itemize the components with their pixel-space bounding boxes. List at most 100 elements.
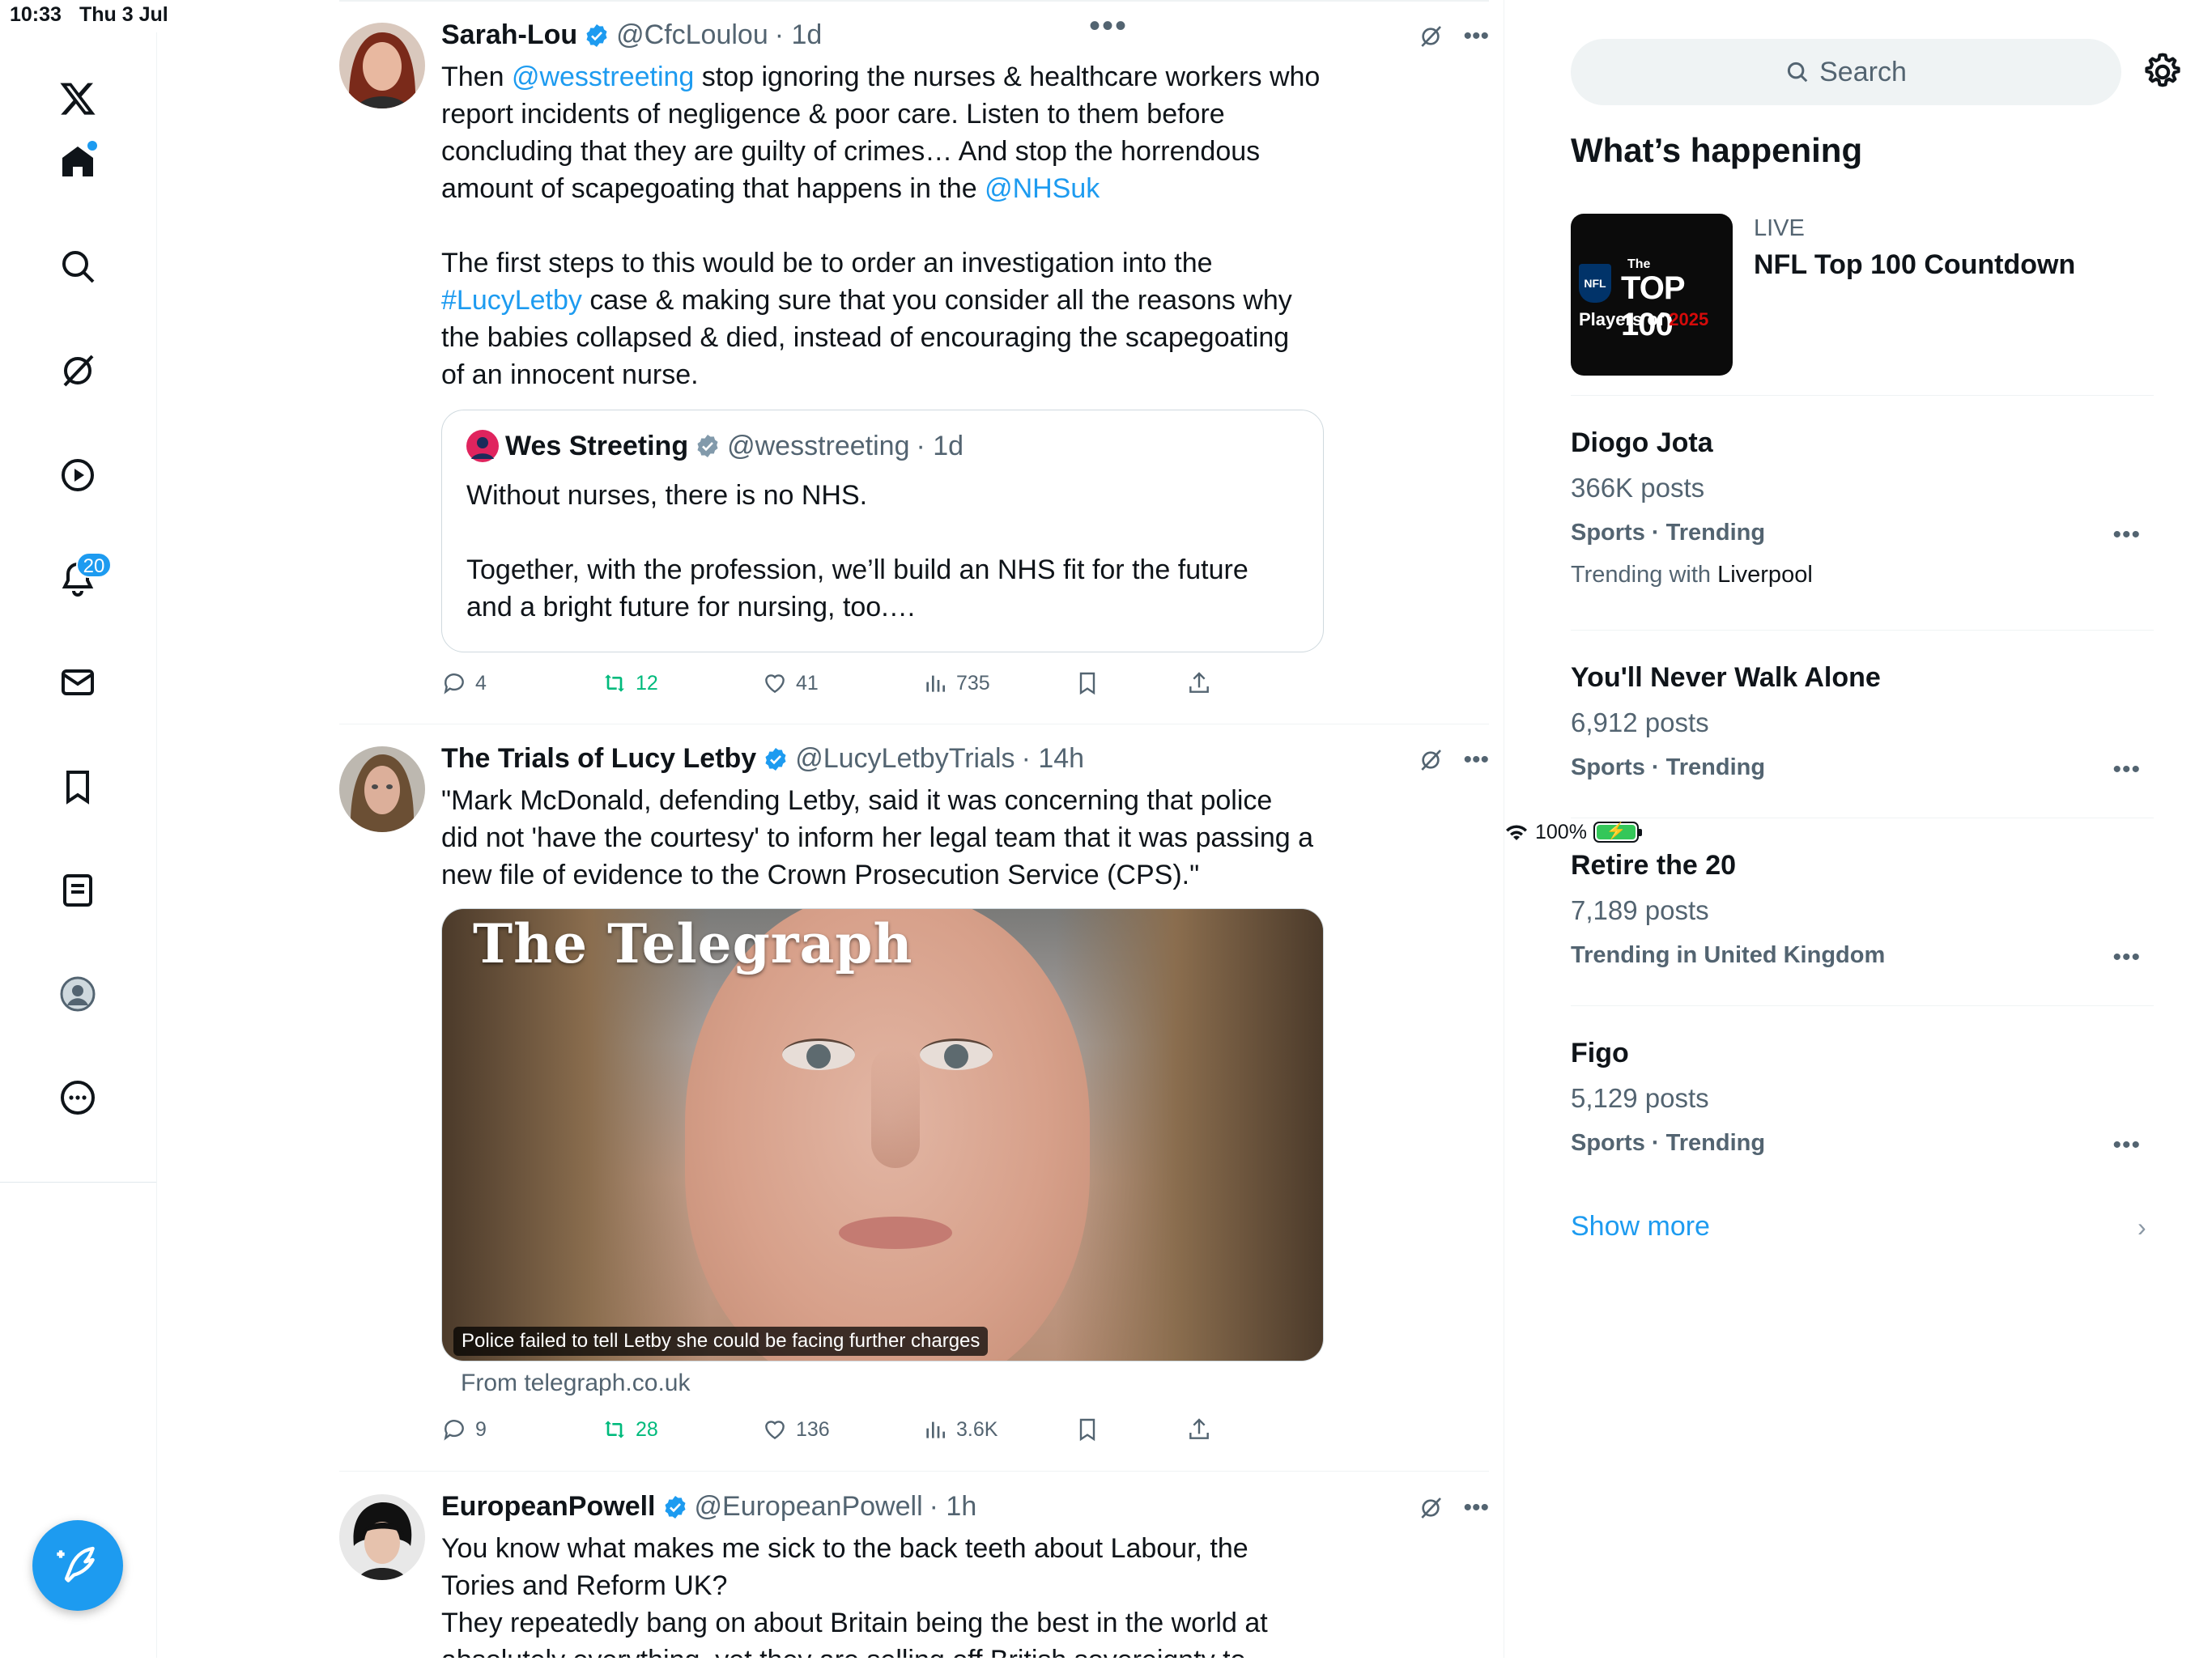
avatar[interactable] bbox=[339, 23, 425, 108]
repost-icon bbox=[605, 674, 624, 692]
post-european-powell[interactable]: EuropeanPowell @EuropeanPowell · 1h ••• … bbox=[339, 1491, 1489, 1658]
trending-with-label: Trending with bbox=[1571, 562, 1718, 588]
home-unread-dot bbox=[87, 141, 97, 151]
verified-badge-icon bbox=[765, 747, 786, 771]
post-text: "Mark McDonald, defending Letby, said it… bbox=[441, 782, 1332, 894]
reply-count: 9 bbox=[475, 1417, 487, 1441]
like-count: 136 bbox=[796, 1417, 830, 1441]
more-options-icon[interactable]: ••• bbox=[1463, 23, 1489, 50]
grok-icon[interactable] bbox=[1418, 23, 1444, 49]
repost-button[interactable]: 12 bbox=[602, 670, 658, 696]
nfl-top-100-image[interactable]: NFL The TOP 100 Players of 2025 bbox=[1571, 214, 1733, 376]
trend-more-icon[interactable]: ••• bbox=[2112, 756, 2141, 784]
more-options-icon[interactable]: ••• bbox=[1463, 1494, 1489, 1522]
nfl-shield-logo: NFL bbox=[1579, 264, 1611, 303]
nfl-image-text: TOP 100 bbox=[1621, 270, 1685, 342]
post-text-span: report incidents of negligence & poor ca… bbox=[441, 99, 1225, 130]
live-event-title[interactable]: NFL Top 100 Countdown bbox=[1754, 249, 2075, 281]
post-text-span: case & making sure that you consider all… bbox=[581, 285, 1292, 316]
bookmark-button[interactable] bbox=[1074, 1417, 1100, 1442]
trending-with-value[interactable]: Liverpool bbox=[1717, 562, 1813, 588]
author-name[interactable]: EuropeanPowell bbox=[441, 1491, 656, 1523]
share-button[interactable] bbox=[1186, 1417, 1212, 1442]
author-handle[interactable]: @EuropeanPowell bbox=[695, 1491, 923, 1523]
post-text-line: amount of scapegoating that happens in t… bbox=[441, 170, 1332, 207]
link-card-image[interactable]: The Telegraph Police failed to tell Letb… bbox=[441, 908, 1324, 1362]
post-time[interactable]: · 1h bbox=[929, 1491, 977, 1523]
show-more-link[interactable]: Show more bbox=[1571, 1211, 1710, 1243]
post-text-line: "Mark McDonald, defending Letby, said it… bbox=[441, 782, 1332, 819]
bookmarks-icon[interactable] bbox=[53, 763, 102, 811]
x-logo-icon[interactable] bbox=[53, 74, 102, 123]
quoted-post-text-line: Without nurses, there is no NHS. bbox=[466, 480, 868, 511]
post-link[interactable]: @wesstreeting bbox=[512, 62, 694, 92]
views-button[interactable]: 735 bbox=[922, 670, 990, 696]
author-handle[interactable]: @LucyLetbyTrials bbox=[795, 743, 1015, 775]
quoted-post-text-line: Together, with the profession, we’ll bui… bbox=[466, 554, 1249, 585]
settings-gear-icon[interactable] bbox=[2141, 50, 2184, 94]
post-text-span: new file of evidence to the Crown Prosec… bbox=[441, 860, 1200, 890]
avatar[interactable] bbox=[339, 1494, 425, 1580]
quoted-post[interactable]: Wes Streeting @wesstreeting · 1d Without… bbox=[441, 410, 1324, 652]
like-button[interactable]: 136 bbox=[762, 1417, 830, 1442]
verified-badge-icon bbox=[664, 1495, 686, 1519]
quoted-post-text-line: and a bright future for nursing, too.… bbox=[466, 592, 917, 622]
post-text-span: stop ignoring the nurses & healthcare wo… bbox=[694, 62, 1321, 92]
notifications-badge: 20 bbox=[76, 552, 112, 578]
post-text-line: The first steps to this would be to orde… bbox=[441, 244, 1332, 282]
like-button[interactable]: 41 bbox=[762, 670, 819, 696]
trend-name: Diogo Jota bbox=[1571, 427, 1713, 458]
post-link[interactable]: @NHSuk bbox=[985, 173, 1100, 204]
more-icon[interactable] bbox=[53, 1073, 102, 1122]
post-time[interactable]: · 14h bbox=[1022, 743, 1085, 775]
trend-more-icon[interactable]: ••• bbox=[2112, 944, 2141, 971]
more-options-icon[interactable]: ••• bbox=[1463, 746, 1489, 774]
link-card-caption: Police failed to tell Letby she could be… bbox=[453, 1327, 989, 1356]
author-name[interactable]: Sarah-Lou bbox=[441, 19, 577, 51]
post-text-line: You know what makes me sick to the back … bbox=[441, 1530, 1332, 1567]
right-sidebar: Search What’s happening NFL The TOP 100 … bbox=[1504, 0, 2212, 1658]
post-trials-of-lucy-letby[interactable]: The Trials of Lucy Letby @LucyLetbyTrial… bbox=[339, 743, 1489, 1475]
grok-icon[interactable] bbox=[1418, 1495, 1444, 1521]
home-icon[interactable] bbox=[53, 138, 102, 186]
grok-icon[interactable] bbox=[1418, 747, 1444, 773]
post-text-span: Then bbox=[441, 62, 512, 92]
lists-icon[interactable] bbox=[53, 866, 102, 915]
repost-icon bbox=[605, 1421, 624, 1438]
messages-icon[interactable] bbox=[53, 658, 102, 707]
avatar[interactable] bbox=[339, 746, 425, 832]
reply-button[interactable]: 4 bbox=[441, 670, 487, 696]
post-sarah-lou[interactable]: Sarah-Lou @CfcLoulou · 1d ••• Then @wess… bbox=[339, 19, 1489, 711]
trend-more-icon[interactable]: ••• bbox=[2112, 521, 2141, 549]
quoted-post-time: · 1d bbox=[916, 430, 964, 461]
whats-happening-title: What’s happening bbox=[1571, 131, 1863, 169]
post-actions: 4 12 41 735 bbox=[441, 670, 1251, 709]
telegraph-masthead: The Telegraph bbox=[473, 912, 913, 975]
post-text-line: absolutely everything, yet they are sell… bbox=[441, 1642, 1332, 1658]
post-link[interactable]: #LucyLetby bbox=[441, 285, 582, 316]
trend-more-icon[interactable]: ••• bbox=[2112, 1132, 2141, 1159]
bookmark-button[interactable] bbox=[1074, 670, 1100, 696]
grok-icon[interactable] bbox=[53, 346, 102, 395]
video-icon[interactable] bbox=[53, 451, 102, 499]
author-handle[interactable]: @CfcLoulou bbox=[616, 19, 768, 51]
live-label: LIVE bbox=[1754, 215, 1805, 241]
share-button[interactable] bbox=[1186, 670, 1212, 696]
search-icon[interactable] bbox=[53, 242, 102, 291]
post-text-line: report incidents of negligence & poor ca… bbox=[441, 96, 1332, 133]
post-text-span: did not 'have the courtesy' to inform he… bbox=[441, 822, 1314, 853]
profile-icon[interactable] bbox=[53, 970, 102, 1018]
share-icon bbox=[1189, 672, 1209, 693]
repost-button[interactable]: 28 bbox=[602, 1417, 658, 1442]
author-name[interactable]: The Trials of Lucy Letby bbox=[441, 743, 756, 775]
compose-post-button[interactable] bbox=[32, 1520, 123, 1611]
link-card-source[interactable]: From telegraph.co.uk bbox=[461, 1370, 690, 1397]
search-input[interactable]: Search bbox=[1571, 39, 2121, 105]
post-text-span: concluding that they are guilty of crime… bbox=[441, 136, 1261, 167]
views-button[interactable]: 3.6K bbox=[922, 1417, 998, 1442]
post-time[interactable]: · 1d bbox=[775, 19, 823, 51]
post-text-line: #LucyLetby case & making sure that you c… bbox=[441, 282, 1332, 319]
reply-icon bbox=[444, 673, 464, 695]
trend-category: Trending in United Kingdom bbox=[1571, 942, 1886, 968]
reply-button[interactable]: 9 bbox=[441, 1417, 487, 1442]
